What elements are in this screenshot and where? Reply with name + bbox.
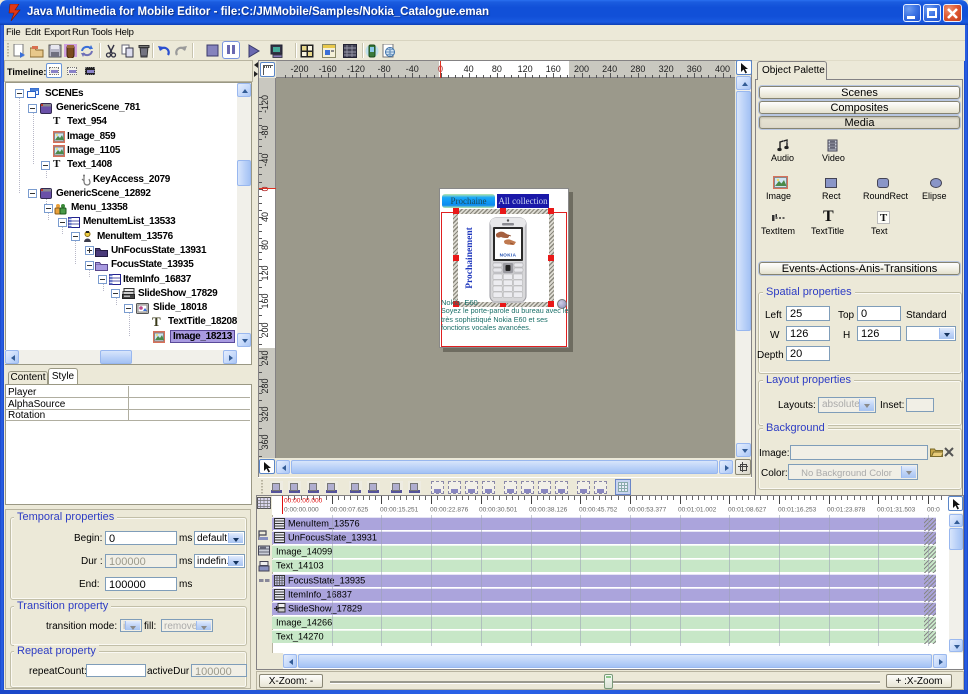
svg-text:NOKIA: NOKIA (500, 253, 517, 258)
